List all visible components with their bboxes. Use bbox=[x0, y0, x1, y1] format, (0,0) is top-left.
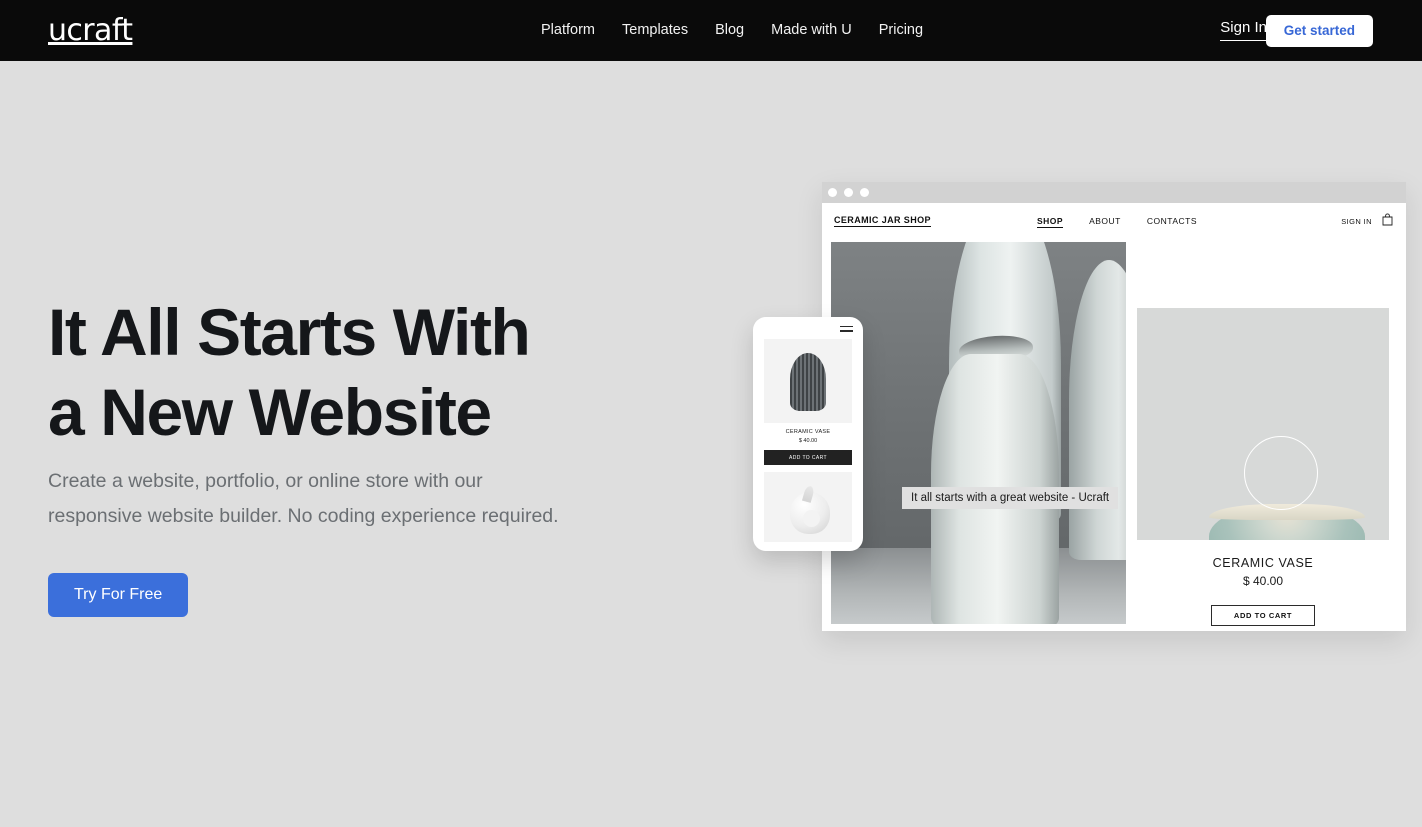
hero-subheading-line-2: responsive website builder. No coding ex… bbox=[48, 505, 559, 527]
sign-in-link[interactable]: Sign In bbox=[1220, 19, 1267, 41]
shop-sign-in-link[interactable]: SIGN IN bbox=[1341, 217, 1372, 226]
hero-heading-line-2: a New Website bbox=[48, 375, 492, 449]
window-dot-close-icon bbox=[828, 188, 837, 197]
page-title: It All Starts With a New Website bbox=[48, 292, 688, 452]
phone-add-to-cart-button[interactable]: ADD TO CART bbox=[764, 450, 852, 465]
nav-item-blog[interactable]: Blog bbox=[715, 0, 744, 61]
nav-item-platform[interactable]: Platform bbox=[541, 0, 595, 61]
hero-heading-line-1: It All Starts With bbox=[48, 295, 531, 369]
nav-item-templates[interactable]: Templates bbox=[622, 0, 688, 61]
phone-donut-vase-hole bbox=[803, 510, 820, 527]
nav-item-made-with-u[interactable]: Made with U bbox=[771, 0, 852, 61]
photo-caption: It all starts with a great website - Ucr… bbox=[902, 487, 1119, 509]
window-dot-minimize-icon bbox=[844, 188, 853, 197]
browser-viewport: CERAMIC JAR SHOP SHOP ABOUT CONTACTS SIG… bbox=[822, 203, 1406, 631]
browser-mockup: CERAMIC JAR SHOP SHOP ABOUT CONTACTS SIG… bbox=[822, 182, 1406, 631]
top-navigation-bar: ucraft Platform Templates Blog Made with… bbox=[0, 0, 1422, 61]
phone-ribbed-vase-illustration bbox=[790, 353, 826, 411]
decorative-circle-icon bbox=[1244, 436, 1318, 510]
product-image bbox=[1137, 308, 1389, 540]
ucraft-logo[interactable]: ucraft bbox=[48, 14, 133, 48]
browser-title-bar bbox=[822, 182, 1406, 203]
shop-site-header: CERAMIC JAR SHOP SHOP ABOUT CONTACTS SIG… bbox=[822, 203, 1406, 242]
phone-product-name: CERAMIC VASE bbox=[785, 429, 831, 435]
phone-product-image-2 bbox=[764, 472, 852, 542]
add-to-cart-button[interactable]: ADD TO CART bbox=[1211, 605, 1315, 626]
main-nav-links: Platform Templates Blog Made with U Pric… bbox=[541, 0, 923, 61]
get-started-button[interactable]: Get started bbox=[1265, 15, 1373, 47]
landing-page: ucraft Platform Templates Blog Made with… bbox=[0, 0, 1422, 827]
product-price: $ 40.00 bbox=[1242, 574, 1284, 588]
shop-nav-item-about[interactable]: ABOUT bbox=[1089, 216, 1121, 228]
hero-subheading-line-1: Create a website, portfolio, or online s… bbox=[48, 470, 483, 492]
shop-hero-photo: It all starts with a great website - Ucr… bbox=[831, 242, 1126, 624]
product-card: CERAMIC VASE $ 40.00 ADD TO CART bbox=[1137, 308, 1389, 626]
nav-item-pricing[interactable]: Pricing bbox=[879, 0, 923, 61]
window-dot-maximize-icon bbox=[860, 188, 869, 197]
try-for-free-button[interactable]: Try For Free bbox=[48, 573, 189, 617]
shopping-bag-icon[interactable] bbox=[1382, 213, 1393, 226]
shop-nav-item-contacts[interactable]: CONTACTS bbox=[1147, 216, 1197, 228]
product-name: CERAMIC VASE bbox=[1212, 556, 1314, 570]
phone-product-price: $ 40.00 bbox=[798, 438, 818, 444]
shop-site-nav: SHOP ABOUT CONTACTS bbox=[1037, 216, 1197, 228]
hero-subheading: Create a website, portfolio, or online s… bbox=[48, 464, 668, 534]
shop-nav-item-shop[interactable]: SHOP bbox=[1037, 216, 1064, 228]
shop-site-title[interactable]: CERAMIC JAR SHOP bbox=[834, 215, 931, 227]
hamburger-menu-icon[interactable] bbox=[840, 326, 853, 334]
phone-mockup: CERAMIC VASE $ 40.00 ADD TO CART bbox=[753, 317, 863, 551]
phone-product-image-1 bbox=[764, 339, 852, 423]
